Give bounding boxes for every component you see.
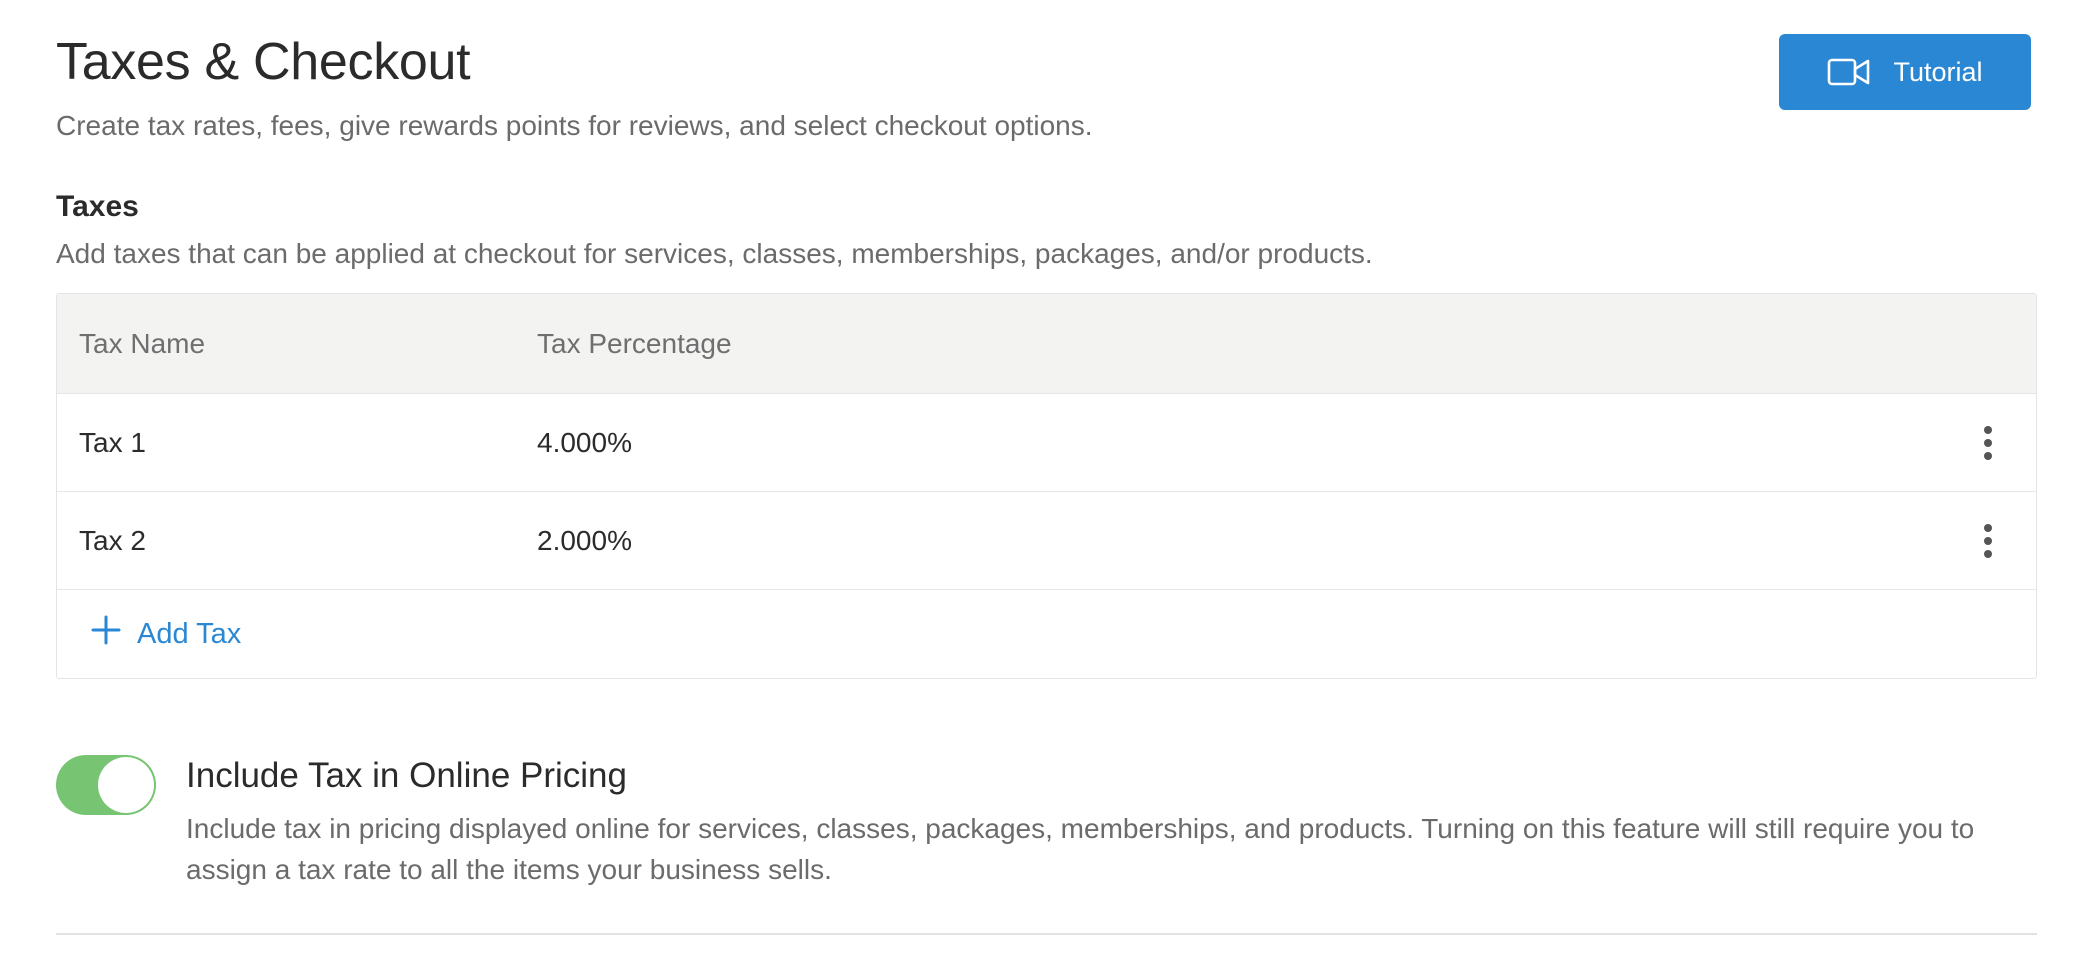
toggle-knob bbox=[98, 757, 154, 813]
tutorial-button-label: Tutorial bbox=[1893, 56, 1983, 87]
taxes-section-description: Add taxes that can be applied at checkou… bbox=[56, 238, 1373, 269]
tax-table: Tax Name Tax Percentage Tax 1 4.000% Tax… bbox=[56, 293, 2037, 679]
tax-name-cell: Tax 1 bbox=[79, 426, 146, 458]
add-tax-button[interactable]: Add Tax bbox=[57, 590, 2036, 678]
column-header-tax-name: Tax Name bbox=[79, 327, 206, 359]
tax-name-cell: Tax 2 bbox=[79, 524, 146, 556]
add-tax-label: Add Tax bbox=[137, 617, 242, 650]
include-tax-description: Include tax in pricing displayed online … bbox=[186, 813, 1975, 885]
table-row: Tax 1 4.000% bbox=[57, 394, 2036, 492]
page-subtitle: Create tax rates, fees, give rewards poi… bbox=[56, 110, 1093, 141]
more-vertical-icon[interactable] bbox=[1968, 511, 2008, 571]
video-camera-icon bbox=[1827, 57, 1871, 87]
include-tax-toggle[interactable] bbox=[56, 755, 156, 815]
page-title: Taxes & Checkout bbox=[56, 33, 471, 91]
tax-percentage-cell: 2.000% bbox=[537, 524, 632, 556]
taxes-checkout-page: Taxes & Checkout Create tax rates, fees,… bbox=[0, 0, 2096, 978]
tutorial-button[interactable]: Tutorial bbox=[1779, 34, 2031, 110]
section-divider bbox=[56, 933, 2037, 935]
table-header: Tax Name Tax Percentage bbox=[57, 294, 2036, 394]
tax-percentage-cell: 4.000% bbox=[537, 426, 632, 458]
taxes-section-title: Taxes bbox=[56, 190, 139, 223]
more-vertical-icon[interactable] bbox=[1968, 413, 2008, 473]
column-header-tax-percentage: Tax Percentage bbox=[537, 327, 732, 359]
plus-icon bbox=[91, 615, 121, 653]
table-row: Tax 2 2.000% bbox=[57, 492, 2036, 590]
include-tax-title: Include Tax in Online Pricing bbox=[186, 756, 627, 795]
